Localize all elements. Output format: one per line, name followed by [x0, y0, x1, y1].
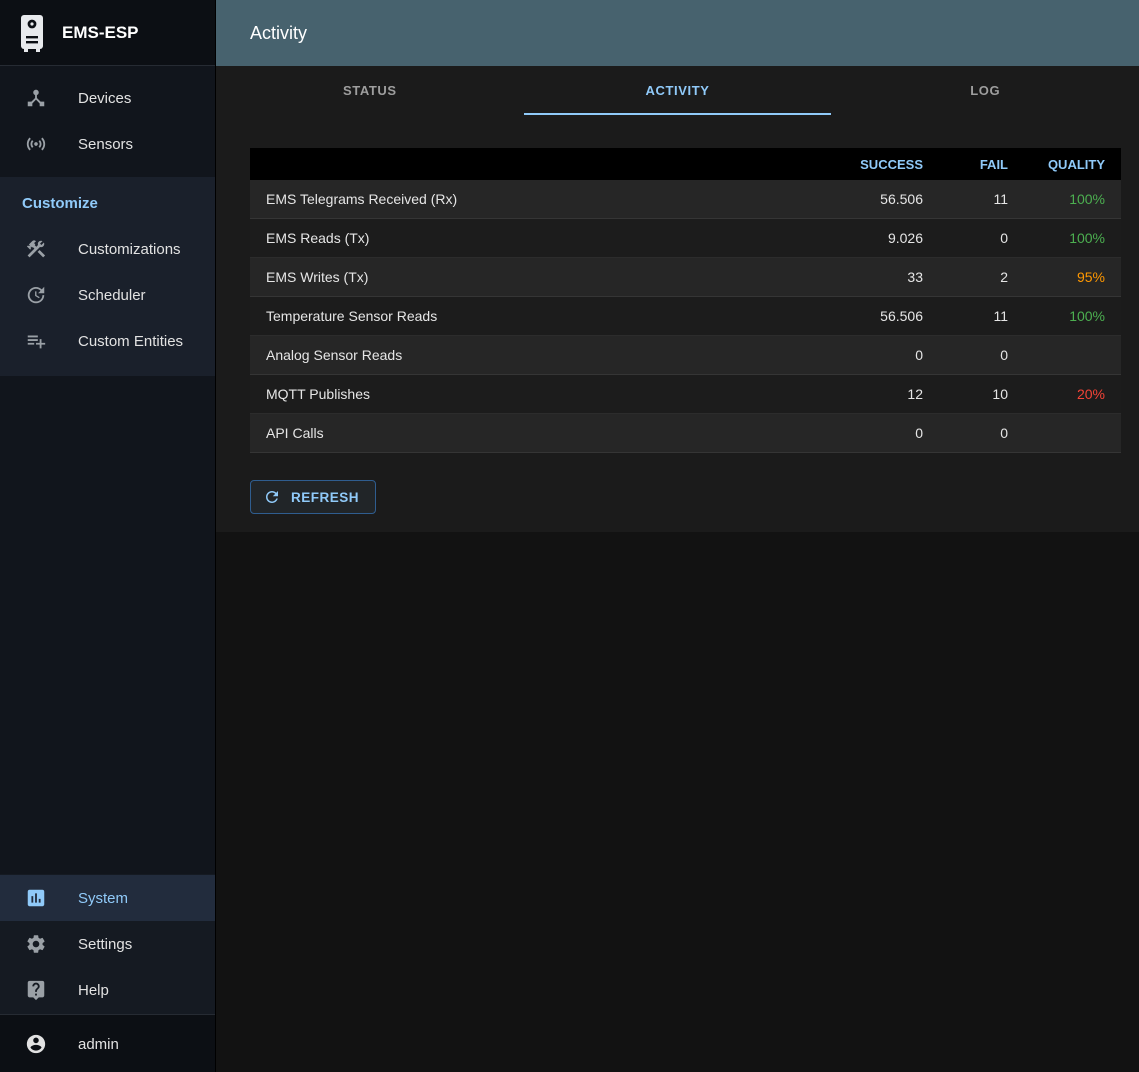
tab-activity[interactable]: ACTIVITY [524, 66, 832, 115]
activity-table: SUCCESS FAIL QUALITY EMS Telegrams Recei… [250, 148, 1121, 453]
refresh-button[interactable]: REFRESH [250, 480, 376, 514]
customize-section-label: Customize [0, 185, 215, 226]
table-row: Temperature Sensor Reads56.50611100% [250, 297, 1121, 336]
row-success-cell: 12 [801, 386, 931, 402]
sidebar-item-admin[interactable]: admin [0, 1021, 215, 1067]
tab-bar: STATUS ACTIVITY LOG [216, 66, 1139, 115]
sidebar-item-label: Settings [78, 936, 132, 953]
row-quality-cell: 100% [1016, 230, 1121, 246]
table-row: EMS Telegrams Received (Rx)56.50611100% [250, 180, 1121, 219]
main-area: Activity STATUS ACTIVITY LOG SUCCESS FAI… [216, 0, 1139, 1072]
table-header-quality: QUALITY [1016, 157, 1121, 172]
row-success-cell: 9.026 [801, 230, 931, 246]
sidebar-nav: Devices Sensors [0, 66, 215, 167]
table-header-success: SUCCESS [801, 157, 931, 172]
sidebar-item-custom-entities[interactable]: Custom Entities [0, 318, 215, 364]
row-success-cell: 0 [801, 347, 931, 363]
construction-icon [24, 237, 48, 261]
sidebar-item-scheduler[interactable]: Scheduler [0, 272, 215, 318]
table-body: EMS Telegrams Received (Rx)56.50611100%E… [250, 180, 1121, 453]
table-row: EMS Reads (Tx)9.0260100% [250, 219, 1121, 258]
row-fail-cell: 11 [931, 308, 1016, 324]
sensors-icon [24, 132, 48, 156]
refresh-button-label: REFRESH [291, 490, 359, 505]
refresh-icon [263, 488, 281, 506]
sidebar-item-settings[interactable]: Settings [0, 921, 215, 967]
row-success-cell: 0 [801, 425, 931, 441]
sidebar-item-help[interactable]: Help [0, 967, 215, 1013]
row-name-cell: Analog Sensor Reads [250, 347, 801, 363]
sidebar-item-system[interactable]: System [0, 875, 215, 921]
row-fail-cell: 0 [931, 230, 1016, 246]
assessment-icon [24, 886, 48, 910]
customize-section: Customize Customizations Scheduler Custo… [0, 177, 215, 376]
schedule-update-icon [24, 283, 48, 307]
table-header-fail: FAIL [931, 157, 1016, 172]
table-row: API Calls00 [250, 414, 1121, 453]
row-fail-cell: 11 [931, 191, 1016, 207]
row-fail-cell: 2 [931, 269, 1016, 285]
row-success-cell: 33 [801, 269, 931, 285]
activity-content: SUCCESS FAIL QUALITY EMS Telegrams Recei… [216, 115, 1139, 514]
sidebar-item-customizations[interactable]: Customizations [0, 226, 215, 272]
app-logo-icon [18, 14, 46, 52]
table-row: MQTT Publishes121020% [250, 375, 1121, 414]
help-icon [24, 978, 48, 1002]
content-panel: STATUS ACTIVITY LOG SUCCESS FAIL QUALITY… [216, 66, 1139, 532]
row-fail-cell: 0 [931, 347, 1016, 363]
sidebar: EMS-ESP Devices Sensors Customize Custom… [0, 0, 216, 1072]
sidebar-item-label: Sensors [78, 136, 133, 153]
sidebar-item-label: System [78, 890, 128, 907]
tab-status[interactable]: STATUS [216, 66, 524, 115]
table-row: Analog Sensor Reads00 [250, 336, 1121, 375]
sidebar-item-label: Scheduler [78, 287, 146, 304]
row-name-cell: EMS Writes (Tx) [250, 269, 801, 285]
row-name-cell: MQTT Publishes [250, 386, 801, 402]
gear-icon [24, 932, 48, 956]
tab-log[interactable]: LOG [831, 66, 1139, 115]
row-name-cell: EMS Reads (Tx) [250, 230, 801, 246]
sidebar-item-label: Devices [78, 90, 131, 107]
app-title: EMS-ESP [62, 23, 139, 43]
app-header: EMS-ESP [0, 0, 215, 66]
sidebar-item-devices[interactable]: Devices [0, 75, 215, 121]
sidebar-item-label: Help [78, 982, 109, 999]
table-header-row: SUCCESS FAIL QUALITY [250, 148, 1121, 180]
sidebar-item-sensors[interactable]: Sensors [0, 121, 215, 167]
row-name-cell: Temperature Sensor Reads [250, 308, 801, 324]
row-name-cell: API Calls [250, 425, 801, 441]
row-quality-cell: 100% [1016, 191, 1121, 207]
sidebar-user-section: admin [0, 1014, 215, 1072]
row-quality-cell: 95% [1016, 269, 1121, 285]
row-fail-cell: 10 [931, 386, 1016, 402]
sidebar-item-label: Custom Entities [78, 333, 183, 350]
account-circle-icon [24, 1032, 48, 1056]
table-row: EMS Writes (Tx)33295% [250, 258, 1121, 297]
page-title: Activity [250, 23, 307, 44]
row-success-cell: 56.506 [801, 191, 931, 207]
device-hub-icon [24, 86, 48, 110]
row-quality-cell: 100% [1016, 308, 1121, 324]
row-success-cell: 56.506 [801, 308, 931, 324]
playlist-add-icon [24, 329, 48, 353]
row-quality-cell: 20% [1016, 386, 1121, 402]
topbar: Activity [216, 0, 1139, 66]
sidebar-item-label: admin [78, 1036, 119, 1053]
sidebar-item-label: Customizations [78, 241, 181, 258]
sidebar-bottom-section: System Settings Help [0, 874, 215, 1014]
row-name-cell: EMS Telegrams Received (Rx) [250, 191, 801, 207]
row-fail-cell: 0 [931, 425, 1016, 441]
